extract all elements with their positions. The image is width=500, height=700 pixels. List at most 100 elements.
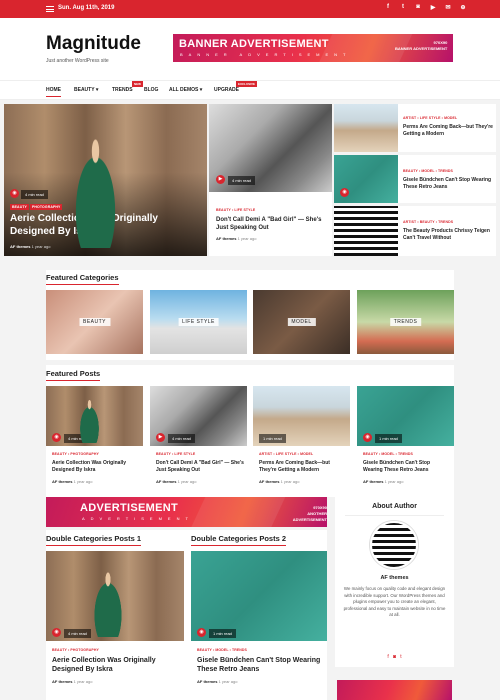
site-logo[interactable]: Magnitude xyxy=(46,33,141,55)
twitter-icon[interactable]: t xyxy=(399,4,407,11)
tag[interactable]: PHOTOGRAPHY xyxy=(70,452,98,456)
post-time: 1 year ago xyxy=(237,236,257,241)
hero-main-post[interactable]: ◉ 4 min read BEAUTY PHOTOGRAPHY Aerie Col… xyxy=(4,104,207,256)
category-card-lifestyle[interactable]: LIFE STYLE xyxy=(150,290,247,354)
post-author[interactable]: AF themes xyxy=(363,479,383,484)
post-author[interactable]: AF themes xyxy=(52,679,72,684)
tag[interactable]: PHOTOGRAPHY xyxy=(70,648,98,652)
post-title[interactable]: Aerie Collection Was Originally Designed… xyxy=(10,212,200,238)
tag[interactable]: BEAUTY xyxy=(363,452,378,456)
globe-icon[interactable]: ⊕ xyxy=(459,4,467,11)
post-author[interactable]: AF themes xyxy=(197,679,217,684)
hero-list-item[interactable]: ARTIST • BEAUTY • TRENDS The Beauty Prod… xyxy=(334,206,496,256)
post-image[interactable]: ◉ 4 min read xyxy=(46,386,143,446)
post-title[interactable]: Perms Are Coming Back—but They're Gettin… xyxy=(259,460,347,474)
post-author[interactable]: AF themes xyxy=(259,479,279,484)
instagram-icon[interactable]: ◙ xyxy=(393,654,396,660)
post-image[interactable]: 1 min read xyxy=(253,386,350,446)
header-banner-ad[interactable]: BANNER ADVERTISEMENT BANNER ADVERTISEMEN… xyxy=(173,34,453,62)
post-thumbnail[interactable] xyxy=(334,206,398,256)
category-card-trends[interactable]: TRENDS xyxy=(357,290,454,354)
post-author[interactable]: AF themes xyxy=(52,479,72,484)
post-title[interactable]: Don't Call Demi A "Bad Girl" — She's Jus… xyxy=(156,460,244,474)
tag[interactable]: BEAUTY xyxy=(52,452,67,456)
tag[interactable]: LIFE STYLE xyxy=(420,116,441,120)
post-title[interactable]: Aerie Collection Was Originally Designed… xyxy=(52,460,140,474)
nav-item-upgrade[interactable]: UPGRADE EXCLUSIVE xyxy=(214,81,258,93)
tag[interactable]: TRENDS xyxy=(398,452,413,456)
section-title: Double Categories Posts 1 xyxy=(46,534,142,546)
nav-item-home[interactable]: HOME xyxy=(46,87,61,97)
nav-item-all-demos[interactable]: ALL DEMOS ▾ xyxy=(169,87,202,93)
featured-post-card[interactable]: 1 min read ARTIST • LIFE STYLE • MODEL P… xyxy=(253,386,350,496)
post-title[interactable]: Don't Call Demi A "Bad Girl" — She's Jus… xyxy=(216,216,329,232)
tag[interactable]: MODEL xyxy=(381,452,394,456)
section-title: Double Categories Posts 2 xyxy=(191,534,287,546)
tag[interactable]: MODEL xyxy=(444,116,457,120)
tag[interactable]: MODEL xyxy=(215,648,228,652)
tag[interactable]: BEAUTY xyxy=(10,204,29,210)
category-card-model[interactable]: MODEL xyxy=(253,290,350,354)
post-image[interactable]: ◉ 4 min read xyxy=(46,551,184,641)
post-title[interactable]: Gisele Bündchen Can't Stop Wearing These… xyxy=(197,656,325,674)
tag[interactable]: TRENDS xyxy=(438,220,453,224)
tag[interactable]: ARTIST xyxy=(403,220,416,224)
vk-icon[interactable]: ✉ xyxy=(444,4,452,11)
post-author[interactable]: AF themes xyxy=(216,236,236,241)
post-thumbnail[interactable]: ◉ xyxy=(334,155,398,203)
post-image[interactable]: ◉ 1 min read xyxy=(191,551,327,641)
post-image[interactable]: ▶ 4 min read xyxy=(209,104,332,192)
tag[interactable]: LIFE STYLE xyxy=(174,452,195,456)
post-title[interactable]: The Beauty Products Chrissy Teigen Can't… xyxy=(403,228,493,242)
post-image[interactable]: ▶ 4 min read xyxy=(150,386,247,446)
sidebar-ad[interactable] xyxy=(337,680,452,700)
hamburger-menu-icon[interactable] xyxy=(46,6,54,12)
tag[interactable]: TRENDS xyxy=(438,169,453,173)
featured-post-card[interactable]: ◉ 4 min read BEAUTY • PHOTOGRAPHY Aerie … xyxy=(46,386,143,496)
social-links: f t ◙ ▶ ✉ ⊕ xyxy=(384,4,467,11)
twitter-icon[interactable]: t xyxy=(400,654,401,660)
content-banner-ad[interactable]: ADVERTISEMENT ADVERTISEMENT 970X90 ANOTH… xyxy=(46,497,327,527)
facebook-icon[interactable]: f xyxy=(384,4,392,11)
tag[interactable]: ARTIST xyxy=(259,452,272,456)
camera-icon: ◉ xyxy=(52,433,61,442)
post-image[interactable]: ◉ 1 min read xyxy=(357,386,454,446)
tag[interactable]: BEAUTY xyxy=(403,169,418,173)
tag[interactable]: TRENDS xyxy=(232,648,247,652)
nav-item-blog[interactable]: BLOG xyxy=(144,87,158,93)
post-author[interactable]: AF themes xyxy=(10,244,30,249)
post-title[interactable]: Gisele Bündchen Can't Stop Wearing These… xyxy=(363,460,451,474)
hero-list-item[interactable]: ◉ BEAUTY • MODEL • TRENDS Gisele Bündche… xyxy=(334,155,496,203)
post-thumbnail[interactable] xyxy=(334,104,398,152)
read-time: 4 min read xyxy=(64,629,91,638)
facebook-icon[interactable]: f xyxy=(387,654,388,660)
tag[interactable]: BEAUTY xyxy=(420,220,435,224)
tag[interactable]: BEAUTY xyxy=(156,452,171,456)
featured-post-card[interactable]: ▶ 4 min read BEAUTY • LIFE STYLE Don't C… xyxy=(150,386,247,496)
tag[interactable]: MODEL xyxy=(300,452,313,456)
youtube-icon[interactable]: ▶ xyxy=(429,4,437,11)
double-post-card[interactable]: ◉ 4 min read BEAUTY • PHOTOGRAPHY Aerie … xyxy=(46,551,184,700)
tag[interactable]: BEAUTY xyxy=(52,648,67,652)
nav-item-beauty[interactable]: BEAUTY ▾ xyxy=(74,87,98,93)
tag[interactable]: ARTIST xyxy=(403,116,416,120)
post-title[interactable]: Aerie Collection Was Originally Designed… xyxy=(52,656,182,674)
category-card-beauty[interactable]: BEAUTY xyxy=(46,290,143,354)
hero-middle-post[interactable]: ▶ 4 min read BEAUTY • LIFE STYLE Don't C… xyxy=(209,104,332,256)
tag[interactable]: BEAUTY xyxy=(197,648,212,652)
post-title[interactable]: Perms Are Coming Back—but They're Gettin… xyxy=(403,124,493,138)
post-author[interactable]: AF themes xyxy=(156,479,176,484)
instagram-icon[interactable]: ◙ xyxy=(414,4,422,11)
category-label: BEAUTY xyxy=(78,318,111,326)
double-post-card[interactable]: ◉ 1 min read BEAUTY • MODEL • TRENDS Gis… xyxy=(191,551,327,700)
hero-list-item[interactable]: ARTIST • LIFE STYLE • MODEL Perms Are Co… xyxy=(334,104,496,152)
tag[interactable]: BEAUTY xyxy=(216,208,231,212)
featured-post-card[interactable]: ◉ 1 min read BEAUTY • MODEL • TRENDS Gis… xyxy=(357,386,454,496)
post-title[interactable]: Gisele Bündchen Can't Stop Wearing These… xyxy=(403,177,493,191)
nav-item-trends[interactable]: TRENDS NEW xyxy=(112,81,143,93)
tag[interactable]: PHOTOGRAPHY xyxy=(30,204,63,210)
tag[interactable]: LIFE STYLE xyxy=(234,208,255,212)
tag[interactable]: LIFE STYLE xyxy=(276,452,297,456)
post-tags: BEAUTY • MODEL • TRENDS xyxy=(363,452,413,456)
tag[interactable]: MODEL xyxy=(421,169,434,173)
